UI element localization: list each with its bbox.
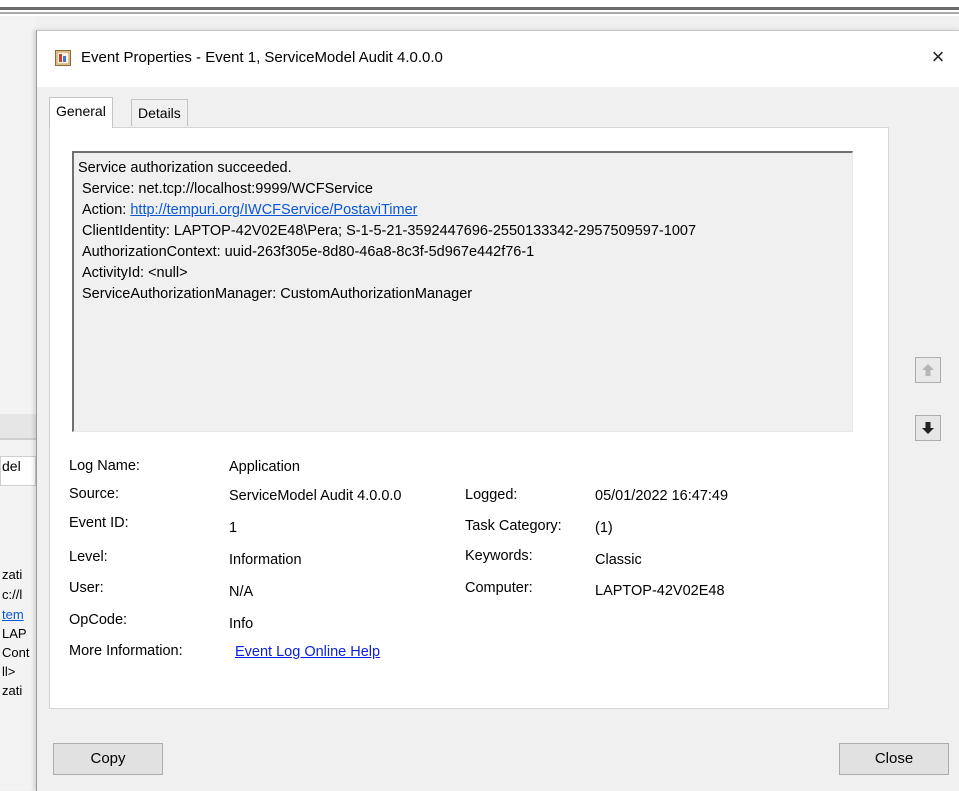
task-category-value: (1)	[595, 520, 613, 536]
background-window-header	[0, 0, 959, 16]
log-name-value: Application	[229, 459, 300, 475]
event-id-value: 1	[229, 520, 238, 536]
level-value: Information	[229, 552, 302, 568]
tab-general[interactable]: General	[49, 97, 113, 128]
description-line: AuthorizationContext: uuid-263f305e-8d80…	[82, 244, 535, 260]
computer-value: LAPTOP-42V02E48	[595, 583, 725, 599]
event-viewer-icon	[55, 50, 71, 66]
logged-label: Logged:	[465, 487, 518, 503]
previous-event-button[interactable]	[915, 357, 941, 383]
description-line: ActivityId: <null>	[82, 265, 188, 281]
keywords-value: Classic	[595, 552, 642, 568]
background-text: Cont	[2, 645, 30, 660]
description-line: Service: net.tcp://localhost:9999/WCFSer…	[82, 181, 373, 197]
background-text: LAP	[2, 626, 27, 641]
user-value: N/A	[229, 584, 254, 600]
logged-value: 05/01/2022 16:47:49	[595, 488, 729, 504]
description-line: Action: http://tempuri.org/IWCFService/P…	[82, 202, 417, 218]
close-icon[interactable]: ×	[926, 45, 950, 69]
tab-details[interactable]: Details	[131, 99, 188, 126]
user-label: User:	[69, 580, 104, 596]
general-tab-panel: Service authorization succeeded. Service…	[49, 127, 889, 709]
computer-label: Computer:	[465, 580, 533, 596]
source-value: ServiceModel Audit 4.0.0.0	[229, 488, 402, 504]
description-line: Service authorization succeeded.	[78, 160, 292, 176]
action-link[interactable]: http://tempuri.org/IWCFService/PostaviTi…	[130, 202, 417, 218]
description-line: ClientIdentity: LAPTOP-42V02E48\Pera; S-…	[82, 223, 697, 239]
title-bar[interactable]: Event Properties - Event 1, ServiceModel…	[37, 31, 959, 87]
background-text: ll>	[2, 664, 16, 679]
more-information-label: More Information:	[69, 643, 183, 659]
event-log-online-help-link[interactable]: Event Log Online Help	[235, 644, 380, 660]
event-properties-dialog: Event Properties - Event 1, ServiceModel…	[36, 30, 959, 791]
event-description-box[interactable]: Service authorization succeeded. Service…	[72, 151, 853, 432]
copy-button[interactable]: Copy	[53, 743, 163, 775]
next-event-button[interactable]	[915, 415, 941, 441]
background-row	[0, 414, 36, 438]
background-divider	[0, 12, 959, 14]
source-label: Source:	[69, 486, 119, 502]
description-line: ServiceAuthorizationManager: CustomAutho…	[82, 286, 473, 302]
opcode-value: Info	[229, 616, 254, 632]
opcode-label: OpCode:	[69, 612, 128, 628]
log-name-label: Log Name:	[69, 458, 140, 474]
level-label: Level:	[69, 549, 108, 565]
keywords-label: Keywords:	[465, 548, 533, 564]
background-text: del	[2, 458, 21, 474]
dialog-title: Event Properties - Event 1, ServiceModel…	[81, 49, 443, 66]
event-id-label: Event ID:	[69, 515, 129, 531]
task-category-label: Task Category:	[465, 518, 562, 534]
background-divider	[0, 7, 959, 10]
action-prefix: Action:	[82, 202, 131, 218]
background-text: zati	[2, 567, 23, 582]
close-button[interactable]: Close	[839, 743, 949, 775]
background-divider	[0, 438, 36, 440]
background-link: tem	[2, 607, 24, 622]
background-text: c://l	[2, 587, 23, 602]
background-text: zati	[2, 683, 23, 698]
